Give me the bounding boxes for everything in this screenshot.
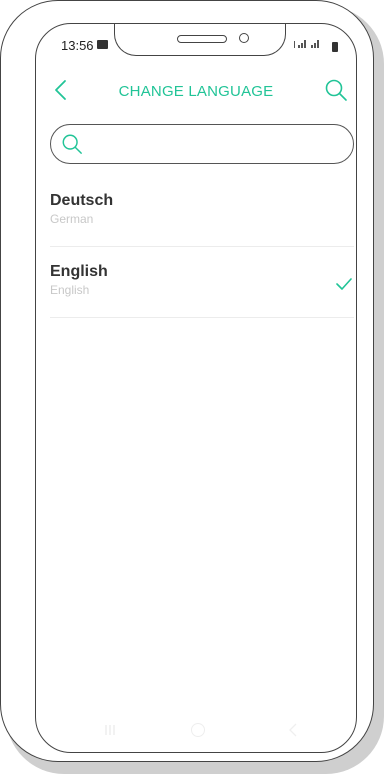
language-native-name: English [50,283,90,297]
back-nav-icon[interactable] [288,723,298,737]
home-icon[interactable] [191,723,205,737]
search-input[interactable] [89,131,343,159]
language-name: English [50,263,108,280]
page-title: CHANGE LANGUAGE [118,83,274,100]
notch [114,24,286,56]
image-icon [97,40,108,49]
status-time: 13:56 [61,38,94,53]
battery-icon [332,41,338,52]
search-icon [62,134,82,154]
language-name: Deutsch [50,192,114,209]
recent-apps-icon[interactable] [104,724,116,736]
list-item-deutsch[interactable]: Deutsch German [50,182,354,247]
check-icon [336,278,352,290]
list-item-english[interactable]: English English [50,253,354,318]
system-nav-bar [36,718,356,742]
screen: 13:56 CHANGE LANGUAGE Deutsch German Eng… [35,23,357,753]
search-button[interactable] [324,78,348,102]
language-list: Deutsch German English English [50,182,354,318]
phone-frame: 13:56 CHANGE LANGUAGE Deutsch German Eng… [0,0,374,762]
status-icons [294,39,338,52]
search-icon [325,79,347,101]
language-native-name: German [50,212,94,226]
header: CHANGE LANGUAGE [36,74,356,108]
camera [239,33,249,43]
speaker [177,35,227,43]
search-bar[interactable] [50,124,354,164]
signal-icon [294,40,320,48]
